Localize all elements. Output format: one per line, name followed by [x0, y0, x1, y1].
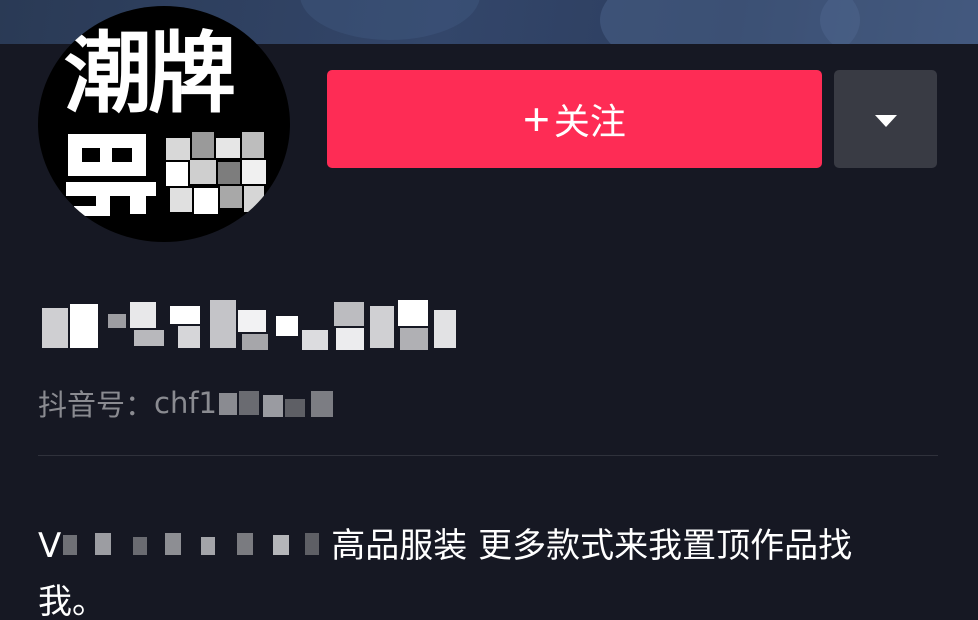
profile-bio: V 高品服装 更多款式来我置顶作品找 我。 [38, 518, 938, 620]
caret-down-icon [874, 115, 897, 127]
follow-button-label: 关注 [553, 101, 626, 142]
nickname-pixelated [38, 296, 458, 358]
douyin-id-row: 抖音号： chf1 [38, 381, 344, 425]
profile-page: 潮牌 + 关注 抖音号： chf1 V 高品服装 更多款式来我置顶作品找 我。 [0, 0, 978, 620]
avatar-pixelated-text [66, 128, 286, 220]
plus-icon: + [523, 93, 550, 145]
bio-prefix: V [38, 526, 62, 566]
bio-pixelated-contact [61, 527, 331, 561]
avatar-brand-text: 潮牌 [64, 22, 236, 125]
section-divider [38, 455, 938, 456]
douyin-id-pixelated [219, 383, 344, 423]
bio-line-1: 高品服装 更多款式来我置顶作品找 [331, 526, 853, 566]
profile-avatar[interactable]: 潮牌 [38, 6, 290, 242]
douyin-id-value: chf1 [154, 386, 217, 420]
follow-button[interactable]: + 关注 [327, 70, 822, 168]
douyin-id-label: 抖音号： [38, 388, 155, 422]
more-options-button[interactable] [834, 70, 937, 168]
bio-line-2: 我。 [38, 582, 106, 620]
